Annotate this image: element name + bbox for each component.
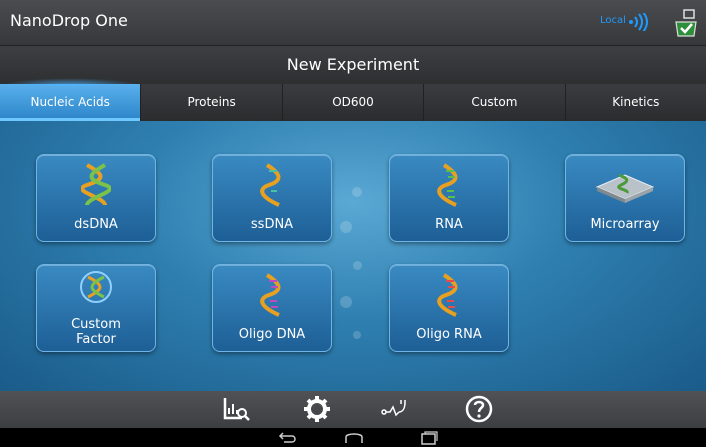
app-window: NanoDrop One Local New Experiment Nuclei…	[0, 0, 706, 447]
tile-label: Custom Factor	[37, 317, 155, 347]
tile-label: Oligo DNA	[238, 327, 306, 342]
tab-bar: Nucleic Acids Proteins OD600 Custom Kine…	[0, 84, 706, 121]
back-icon[interactable]	[276, 430, 298, 445]
background-bubble	[352, 187, 362, 197]
wireless-signal-icon	[629, 13, 648, 31]
background-bubble	[340, 221, 352, 233]
tile-label: Microarray	[590, 217, 660, 232]
tab-custom[interactable]: Custom	[424, 84, 566, 121]
tab-nucleic-acids[interactable]: Nucleic Acids	[0, 84, 142, 121]
tile-label: ssDNA	[250, 217, 294, 232]
tab-kinetics[interactable]: Kinetics	[566, 84, 706, 121]
title-bar: NanoDrop One Local	[0, 0, 706, 46]
experiment-grid: dsDNA ssDNA RNA Microarray Custom Factor…	[0, 121, 706, 391]
data-viewer-icon[interactable]	[222, 394, 252, 424]
microarray-icon	[595, 173, 655, 203]
help-icon[interactable]	[464, 394, 494, 424]
dna-helix-icon	[260, 273, 281, 317]
rna-helix-icon	[437, 163, 458, 207]
background-bubble	[353, 261, 362, 270]
tile-label: Oligo RNA	[416, 327, 482, 342]
tile-label-line1: Custom	[71, 317, 121, 332]
background-bubble	[340, 296, 352, 308]
tab-od600[interactable]: OD600	[283, 84, 425, 121]
tile-label: dsDNA	[74, 217, 118, 232]
custom-factor-button[interactable]: Custom Factor	[36, 264, 156, 352]
diagnostics-icon[interactable]	[380, 394, 410, 424]
ssdna-button[interactable]: ssDNA	[212, 154, 332, 242]
rna-button[interactable]: RNA	[389, 154, 509, 242]
page-title: New Experiment	[286, 55, 420, 74]
app-title: NanoDrop One	[10, 11, 128, 30]
tab-proteins[interactable]: Proteins	[141, 84, 283, 121]
custom-factor-icon	[80, 271, 112, 303]
dna-helix-icon	[260, 163, 281, 207]
tile-label: RNA	[435, 217, 463, 232]
dna-helix-icon	[81, 163, 111, 206]
device-status-icon[interactable]	[672, 8, 700, 38]
recents-icon[interactable]	[417, 430, 439, 445]
dsdna-button[interactable]: dsDNA	[36, 154, 156, 242]
settings-gear-icon[interactable]	[302, 394, 332, 424]
home-icon[interactable]	[343, 430, 365, 445]
tile-label-line2: Factor	[76, 332, 116, 347]
oligo-rna-button[interactable]: Oligo RNA	[389, 264, 509, 352]
rna-helix-icon	[437, 273, 458, 317]
oligo-dna-button[interactable]: Oligo DNA	[212, 264, 332, 352]
microarray-button[interactable]: Microarray	[565, 154, 685, 242]
background-bubble	[353, 331, 361, 339]
system-nav-bar	[0, 428, 706, 447]
active-tab-glow	[0, 78, 141, 86]
local-label: Local	[600, 15, 626, 26]
bottom-toolbar	[0, 391, 706, 428]
